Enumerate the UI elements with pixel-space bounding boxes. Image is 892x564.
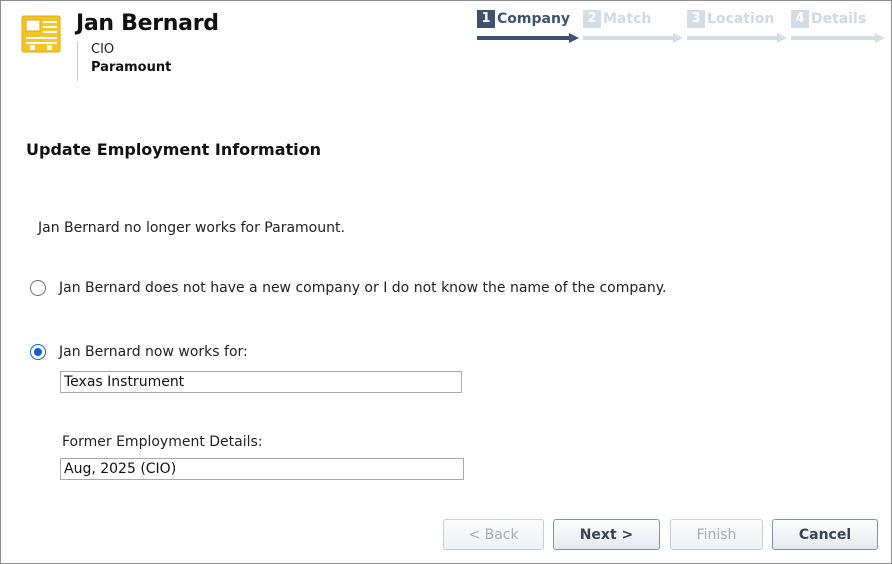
step-number: 1 bbox=[477, 10, 495, 28]
wizard-steps: 1 Company 2 Match 3 Location 4 Details bbox=[477, 9, 891, 45]
step-number: 3 bbox=[687, 10, 705, 28]
former-details-label: Former Employment Details: bbox=[62, 434, 263, 450]
step-label: Details bbox=[811, 11, 867, 27]
contact-name: Jan Bernard bbox=[76, 11, 219, 36]
radio-button[interactable] bbox=[30, 344, 46, 360]
step-number: 2 bbox=[583, 10, 601, 28]
contact-company: Paramount bbox=[91, 60, 172, 75]
update-employment-dialog: Jan Bernard CIO Paramount 1 Company 2 Matc… bbox=[0, 0, 892, 564]
finish-button[interactable]: Finish bbox=[670, 519, 763, 550]
step-label: Match bbox=[603, 11, 652, 27]
step-label: Location bbox=[707, 11, 775, 27]
radio-new-company[interactable]: Jan Bernard now works for: bbox=[30, 342, 248, 362]
radio-label: Jan Bernard now works for: bbox=[59, 344, 248, 360]
section-title: Update Employment Information bbox=[26, 140, 322, 159]
info-text: Jan Bernard no longer works for Paramoun… bbox=[38, 220, 345, 236]
step-arrow-icon bbox=[583, 33, 683, 43]
new-company-input[interactable] bbox=[60, 371, 462, 393]
radio-button[interactable] bbox=[30, 280, 46, 296]
step-arrow-icon bbox=[687, 33, 787, 43]
radio-label: Jan Bernard does not have a new company … bbox=[59, 280, 667, 296]
step-arrow-icon bbox=[791, 33, 885, 43]
contact-details: CIO Paramount bbox=[77, 41, 171, 81]
cancel-button[interactable]: Cancel bbox=[772, 519, 878, 550]
step-number: 4 bbox=[791, 10, 809, 28]
radio-selected-dot bbox=[34, 348, 42, 356]
radio-no-company[interactable]: Jan Bernard does not have a new company … bbox=[30, 278, 666, 298]
step-arrow-icon bbox=[477, 33, 579, 43]
step-label: Company bbox=[497, 11, 571, 27]
back-button[interactable]: < Back bbox=[443, 519, 544, 550]
contact-card-icon bbox=[21, 15, 61, 53]
former-details-input[interactable] bbox=[60, 458, 464, 480]
contact-job-title: CIO bbox=[91, 42, 115, 57]
next-button[interactable]: Next > bbox=[553, 519, 660, 550]
